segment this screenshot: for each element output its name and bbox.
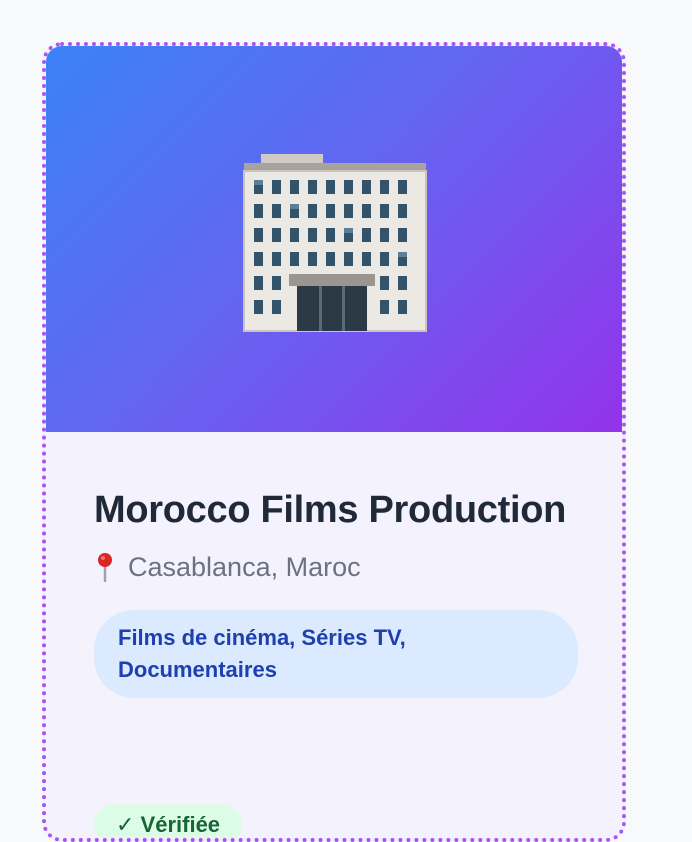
office-building-icon [243,154,427,332]
map-pin-icon [98,553,112,582]
production-company-card[interactable]: Morocco Films Production Casablanca, Mar… [42,42,626,842]
card-hero [46,46,622,432]
company-name[interactable]: Morocco Films Production [94,482,578,538]
card-body: Morocco Films Production Casablanca, Mar… [94,482,578,838]
verified-badge: ✓ Vérifiée [94,804,243,838]
location-text: Casablanca, Maroc [128,552,361,582]
company-location: Casablanca, Maroc [94,550,578,584]
production-type-tag: Films de cinéma, Séries TV, Documentaire… [94,610,578,698]
